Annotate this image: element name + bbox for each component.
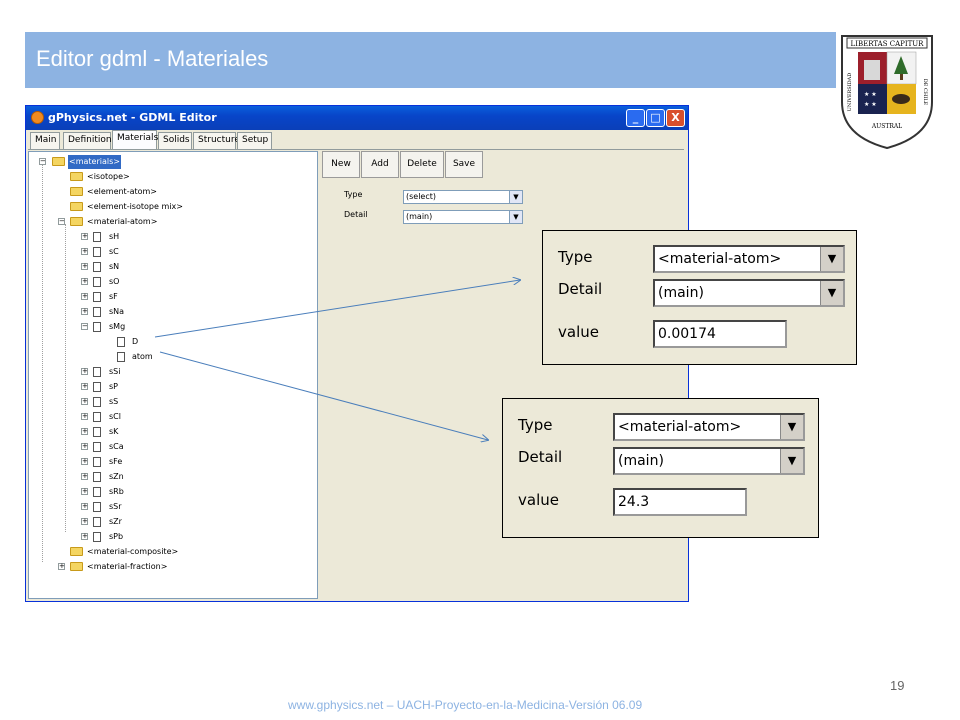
callout-type-label: Type bbox=[558, 248, 593, 266]
callout-detail-label: Detail bbox=[558, 280, 603, 298]
dropdown-arrow-icon[interactable]: ▼ bbox=[780, 415, 803, 439]
callout-value-input[interactable]: 24.3 bbox=[613, 488, 747, 516]
arrow-atom-to-callout bbox=[159, 351, 488, 440]
callout-detail-value: (main) bbox=[658, 285, 704, 301]
dropdown-arrow-icon[interactable]: ▼ bbox=[820, 247, 843, 271]
callout-detail-select[interactable]: (main) ▼ bbox=[653, 279, 845, 307]
callout-type-value: <material-atom> bbox=[618, 419, 742, 435]
callout-value-label: value bbox=[518, 491, 559, 509]
callout-d-properties: Type <material-atom> ▼ Detail (main) ▼ v… bbox=[542, 230, 857, 365]
callout-detail-label: Detail bbox=[518, 448, 563, 466]
callout-value-label: value bbox=[558, 323, 599, 341]
callout-atom-properties: Type <material-atom> ▼ Detail (main) ▼ v… bbox=[502, 398, 819, 538]
dropdown-arrow-icon[interactable]: ▼ bbox=[820, 281, 843, 305]
arrow-d-to-callout bbox=[154, 280, 520, 338]
callout-type-value: <material-atom> bbox=[658, 251, 782, 267]
callout-value-input[interactable]: 0.00174 bbox=[653, 320, 787, 348]
page-number: 19 bbox=[890, 678, 905, 693]
callout-detail-select[interactable]: (main) ▼ bbox=[613, 447, 805, 475]
callout-type-select[interactable]: <material-atom> ▼ bbox=[613, 413, 805, 441]
callout-detail-value: (main) bbox=[618, 453, 664, 469]
slide-footer: www.gphysics.net – UACH-Proyecto-en-la-M… bbox=[288, 698, 643, 712]
callout-type-select[interactable]: <material-atom> ▼ bbox=[653, 245, 845, 273]
callout-type-label: Type bbox=[518, 416, 553, 434]
dropdown-arrow-icon[interactable]: ▼ bbox=[780, 449, 803, 473]
